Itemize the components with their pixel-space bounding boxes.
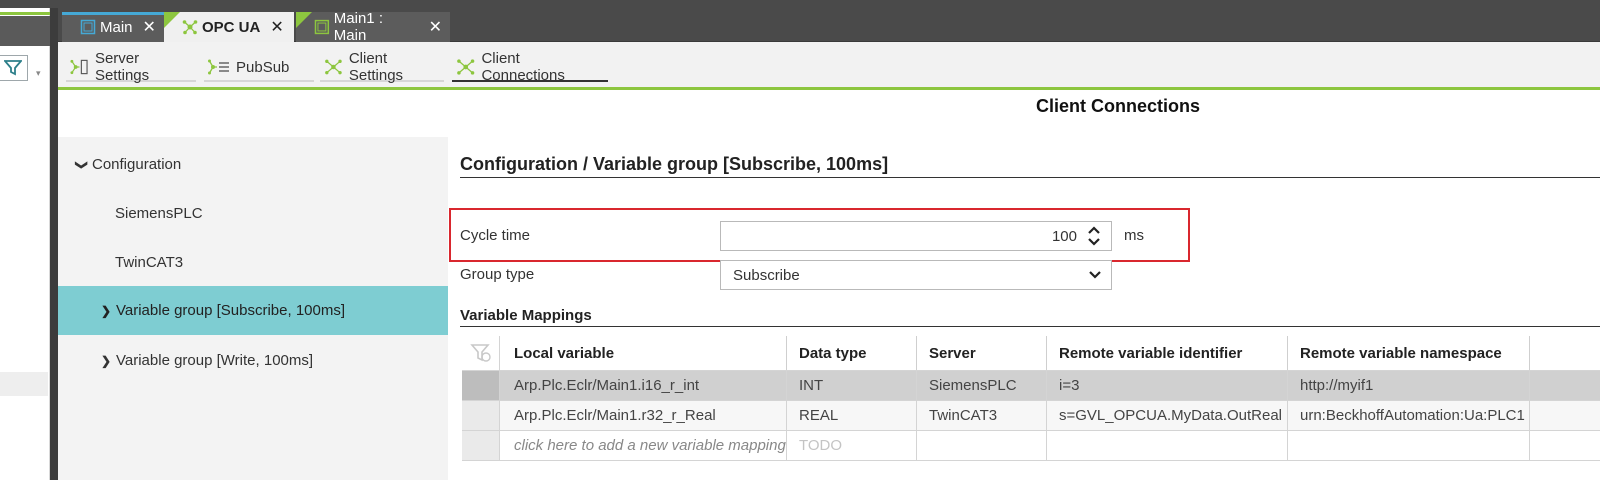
toolbar-label: Client Settings xyxy=(348,50,404,84)
instance-icon xyxy=(314,19,330,35)
left-panel-tab[interactable] xyxy=(0,16,50,46)
cycle-time-value: 100 xyxy=(1051,228,1077,245)
cell-remote-identifier[interactable]: s=GVL_OPCUA.MyData.OutReal xyxy=(1047,401,1288,430)
new-row-server[interactable] xyxy=(917,431,1047,460)
close-icon[interactable]: ✕ xyxy=(429,17,442,37)
column-header-remote-identifier[interactable]: Remote variable identifier xyxy=(1047,336,1288,370)
chevron-down-icon[interactable]: ❯ xyxy=(75,157,89,173)
cycle-time-input[interactable]: 100 xyxy=(720,221,1112,251)
section-title: Configuration / Variable group [Subscrib… xyxy=(460,154,1600,178)
cycle-time-unit: ms xyxy=(1124,227,1144,244)
cell-data-type[interactable]: INT xyxy=(787,371,917,400)
cell-local-variable[interactable]: Arp.Plc.Eclr/Main1.i16_r_int xyxy=(500,371,787,400)
column-header-remote-namespace[interactable]: Remote variable namespace xyxy=(1288,336,1530,370)
editor-tab-bar: Main ✕ OPC UA ✕ Main1 : Main ✕ xyxy=(58,8,1600,44)
configuration-tree: ❯ Configuration SiemensPLC TwinCAT3 ❯ Va… xyxy=(58,137,448,480)
group-type-label: Group type xyxy=(460,266,535,283)
tab-main[interactable]: Main ✕ xyxy=(62,12,166,42)
cycle-time-label: Cycle time xyxy=(460,227,531,244)
column-header-server[interactable]: Server xyxy=(917,336,1047,370)
new-row-data-type[interactable]: TODO xyxy=(787,431,917,460)
tree-item-label: Variable group [Write, 100ms] xyxy=(116,352,314,369)
tab-label: OPC UA xyxy=(202,18,261,36)
cell-remote-namespace[interactable]: http://myif1 xyxy=(1288,371,1530,400)
column-header-data-type[interactable]: Data type xyxy=(787,336,917,370)
tab-accent xyxy=(62,12,166,15)
group-type-value: Subscribe xyxy=(733,267,800,284)
client-settings-button[interactable]: Client Settings xyxy=(320,50,444,84)
close-icon[interactable]: ✕ xyxy=(270,17,283,37)
left-panel-accent xyxy=(0,12,50,15)
program-icon xyxy=(80,19,96,35)
opc-toolbar: Server Settings PubSub Client Settings C… xyxy=(58,42,1600,90)
left-side-panel: ▾ xyxy=(0,8,50,480)
close-icon[interactable]: ✕ xyxy=(143,17,156,37)
pubsub-button[interactable]: PubSub xyxy=(204,54,314,82)
tab-label: Main xyxy=(100,18,133,36)
table-header-row: Local variable Data type Server Remote v… xyxy=(462,336,1600,371)
cell-local-variable[interactable]: Arp.Plc.Eclr/Main1.r32_r_Real xyxy=(500,401,787,430)
server-settings-button[interactable]: Server Settings xyxy=(66,50,196,84)
new-row-remote-namespace[interactable] xyxy=(1288,431,1530,460)
group-type-select[interactable]: Subscribe xyxy=(720,260,1112,290)
chevron-right-icon[interactable]: ❯ xyxy=(98,354,114,368)
tree-item-variable-group-write[interactable]: ❯ Variable group [Write, 100ms] xyxy=(58,336,448,385)
cell-server[interactable]: SiemensPLC xyxy=(917,371,1047,400)
tab-label: Main1 : Main xyxy=(333,10,383,44)
clear-filter-icon[interactable] xyxy=(470,342,492,364)
tree-item-label: SiemensPLC xyxy=(115,205,203,222)
tree-item-configuration[interactable]: ❯ Configuration xyxy=(58,140,448,189)
new-row-remote-identifier[interactable] xyxy=(1047,431,1288,460)
spinner-icon[interactable] xyxy=(1087,225,1101,247)
tab-accent xyxy=(296,12,312,28)
header-gutter xyxy=(462,336,500,370)
tree-item-siemensplc[interactable]: SiemensPLC xyxy=(58,189,448,238)
row-gutter[interactable] xyxy=(462,431,500,460)
window-top-bar xyxy=(0,0,1600,8)
table-row[interactable]: Arp.Plc.Eclr/Main1.r32_r_Real REAL TwinC… xyxy=(462,401,1600,431)
opc-ua-icon xyxy=(182,20,198,35)
new-mapping-hint[interactable]: click here to add a new variable mapping xyxy=(500,431,787,460)
tab-accent xyxy=(164,12,180,28)
tree-item-twincat3[interactable]: TwinCAT3 xyxy=(58,238,448,287)
variable-mappings-title: Variable Mappings xyxy=(460,307,1600,327)
tab-main1[interactable]: Main1 : Main ✕ xyxy=(296,10,450,44)
filter-icon[interactable] xyxy=(4,60,22,76)
tree-item-label: Configuration xyxy=(92,156,182,173)
panel-splitter[interactable] xyxy=(50,8,58,480)
tab-opc-ua[interactable]: OPC UA ✕ xyxy=(164,12,294,42)
client-connections-icon xyxy=(457,59,475,75)
tree-item-variable-group-subscribe[interactable]: ❯ Variable group [Subscribe, 100ms] xyxy=(58,286,448,335)
row-gutter[interactable] xyxy=(462,401,500,430)
client-settings-icon xyxy=(325,59,342,75)
filter-box[interactable] xyxy=(0,55,28,81)
page-title: Client Connections xyxy=(1035,96,1200,116)
cell-remote-namespace[interactable]: urn:BeckhoffAutomation:Ua:PLC1 xyxy=(1288,401,1530,430)
cell-server[interactable]: TwinCAT3 xyxy=(917,401,1047,430)
pubsub-icon xyxy=(208,59,229,75)
toolbar-label: Client Connections xyxy=(481,50,565,84)
chevron-right-icon[interactable]: ❯ xyxy=(98,304,114,318)
tree-item-label: Variable group [Subscribe, 100ms] xyxy=(116,302,346,319)
client-connections-button[interactable]: Client Connections xyxy=(452,50,608,84)
left-panel-selected-row[interactable] xyxy=(0,372,48,396)
chevron-down-icon[interactable]: ▾ xyxy=(36,68,41,79)
table-row[interactable]: Arp.Plc.Eclr/Main1.i16_r_int INT Siemens… xyxy=(462,371,1600,401)
cell-remote-identifier[interactable]: i=3 xyxy=(1047,371,1288,400)
toolbar-label: PubSub xyxy=(236,58,290,76)
toolbar-label: Server Settings xyxy=(94,50,150,84)
new-row[interactable]: click here to add a new variable mapping… xyxy=(462,431,1600,461)
tree-item-label: TwinCAT3 xyxy=(115,254,184,271)
chevron-down-icon[interactable] xyxy=(1089,270,1101,280)
column-header-local-variable[interactable]: Local variable xyxy=(500,336,787,370)
server-settings-icon xyxy=(70,59,88,75)
row-gutter[interactable] xyxy=(462,371,500,400)
cell-data-type[interactable]: REAL xyxy=(787,401,917,430)
